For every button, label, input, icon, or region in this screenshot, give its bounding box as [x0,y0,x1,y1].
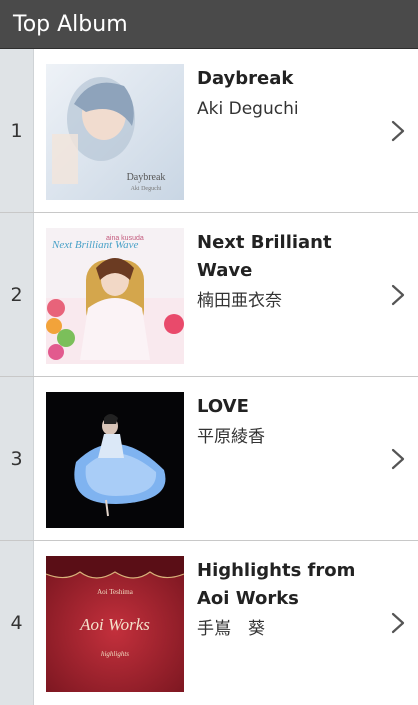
rank-number: 2 [0,213,34,376]
cover-artist-text: Aki Deguchi [131,186,162,192]
chevron-right-icon[interactable] [390,119,406,143]
cover-subtitle-text: highlights [101,650,129,658]
album-info: Next Brilliant Wave 楠田亜衣奈 [197,229,378,315]
cover-artist-text: aina kusuda [106,235,144,242]
rank-number: 1 [0,49,34,212]
album-title: Daybreak [197,68,294,89]
album-row-3[interactable]: 3 LOVE 平原綾香 [0,377,418,541]
album-cover-aoi-works: Aoi Teshima Aoi Works highlights [46,556,184,692]
rank-number: 4 [0,541,34,705]
chevron-right-icon[interactable] [390,447,406,471]
cover-title-text: Aoi Works [79,615,150,634]
album-title: Highlights from Aoi Works [197,560,356,609]
album-artist: Aki Deguchi [197,99,299,119]
album-cover-next-brilliant-wave: Next Brilliant Wave aina kusuda [46,228,184,364]
album-cover-daybreak: Daybreak Aki Deguchi [46,64,184,200]
page-title: Top Album [13,11,128,37]
album-artist: 楠田亜衣奈 [197,291,282,311]
album-artist: 手嶌 葵 [197,619,265,639]
rank-number: 3 [0,377,34,540]
album-row-4[interactable]: 4 Aoi Teshima Aoi Works highlights Highl… [0,541,418,705]
album-info: Daybreak Aki Deguchi [197,65,378,123]
album-list: 1 Daybreak Aki Deguchi Daybreak Aki Degu… [0,49,418,705]
album-artist: 平原綾香 [197,427,265,447]
cover-title-text: Daybreak [127,172,166,183]
album-title: LOVE [197,396,249,417]
album-row-2[interactable]: 2 Next Brilliant Wave aina kusuda Next B… [0,213,418,377]
chevron-right-icon[interactable] [390,611,406,635]
album-title: Next Brilliant Wave [197,232,332,281]
album-row-1[interactable]: 1 Daybreak Aki Deguchi Daybreak Aki Degu… [0,49,418,213]
album-info: Highlights from Aoi Works 手嶌 葵 [197,557,378,643]
album-cover-love [46,392,184,528]
chevron-right-icon[interactable] [390,283,406,307]
header-bar: Top Album [0,0,418,49]
album-info: LOVE 平原綾香 [197,393,378,451]
cover-artist-text: Aoi Teshima [97,588,134,596]
